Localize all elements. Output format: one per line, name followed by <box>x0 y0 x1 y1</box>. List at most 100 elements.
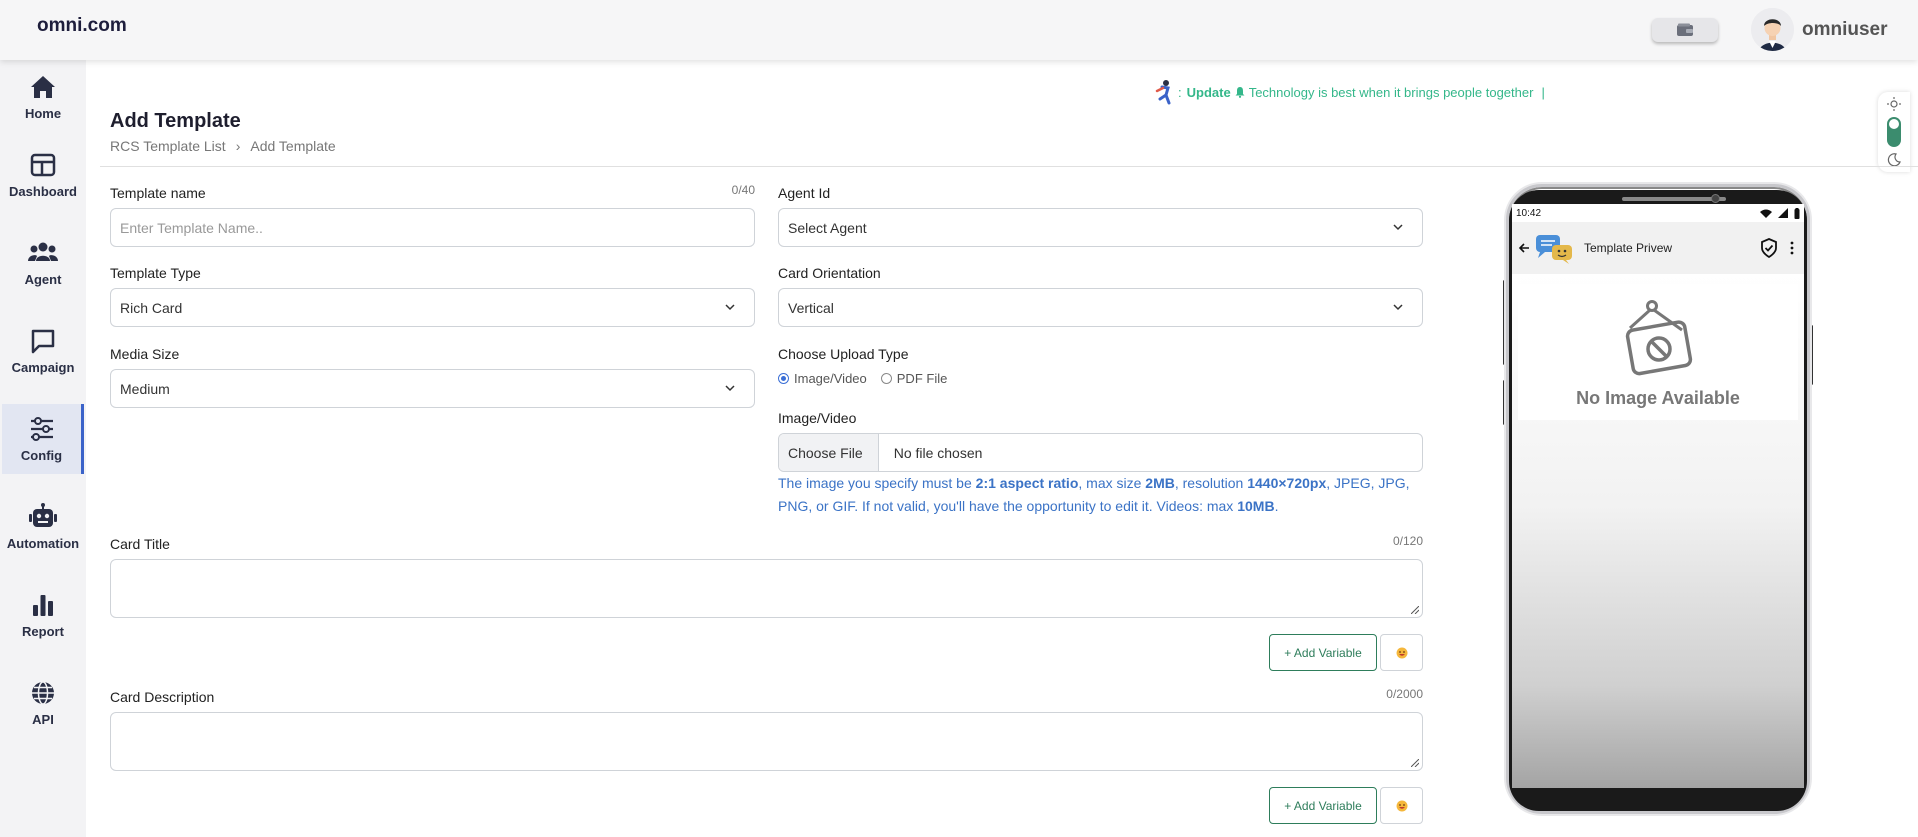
signal-icon <box>1778 208 1788 218</box>
breadcrumb-current: Add Template <box>250 138 336 154</box>
template-type-select[interactable]: Rich Card <box>110 288 755 327</box>
sidebar-item-label: Agent <box>24 272 62 287</box>
ticker-prefix: : <box>1178 84 1182 100</box>
globe-icon <box>32 681 54 705</box>
template-type-value: Rich Card <box>120 299 183 316</box>
breadcrumb: RCS Template List › Add Template <box>110 138 336 154</box>
app-logo[interactable]: omni.com <box>37 15 127 37</box>
card-title-add-variable-button[interactable]: + Add Variable <box>1269 634 1377 671</box>
person-running-icon <box>1155 80 1171 105</box>
agent-id-select[interactable]: Select Agent <box>778 208 1423 247</box>
back-arrow-icon[interactable] <box>1518 242 1530 254</box>
template-name-input[interactable]: Enter Template Name.. <box>110 208 755 247</box>
card-title-label: Card Title <box>110 536 170 552</box>
card-description-textarea[interactable] <box>110 712 1423 771</box>
user-avatar-icon <box>1751 8 1794 51</box>
bar-chart-icon <box>33 595 53 616</box>
sidebar-item-label: Config <box>20 448 63 463</box>
shield-check-icon[interactable] <box>1760 238 1778 258</box>
header-divider <box>100 166 1918 167</box>
chevron-down-icon <box>725 304 735 311</box>
phone-status-bar: 10:42 <box>1512 204 1804 222</box>
sidebar-item-label: Campaign <box>11 360 75 375</box>
sidebar-item-api[interactable]: API <box>0 668 86 738</box>
resize-handle-icon[interactable] <box>1411 759 1419 767</box>
radio-image-video[interactable] <box>778 373 789 384</box>
choose-file-button[interactable]: Choose File <box>779 434 879 471</box>
phone-app-bar: Template Privew <box>1512 222 1804 274</box>
users-icon <box>28 242 58 261</box>
sidebar-item-agent[interactable]: Agent <box>0 228 86 298</box>
wifi-icon <box>1760 209 1772 218</box>
battery-icon <box>1794 207 1800 219</box>
radio-image-video-label[interactable]: Image/Video <box>794 371 867 386</box>
radio-pdf-file-label[interactable]: PDF File <box>897 371 948 386</box>
card-orientation-label: Card Orientation <box>778 265 881 281</box>
sliders-icon <box>30 417 53 441</box>
upload-hint: The image you specify must be 2:1 aspect… <box>778 475 1410 514</box>
theme-switch[interactable] <box>1887 117 1901 147</box>
upload-type-label: Choose Upload Type <box>778 346 909 362</box>
breadcrumb-link-rcs-template-list[interactable]: RCS Template List <box>110 138 226 154</box>
card-orientation-value: Vertical <box>788 299 834 316</box>
no-image-card: No Image Available <box>1518 284 1798 420</box>
phone-camera <box>1711 194 1720 203</box>
radio-pdf-file[interactable] <box>880 373 892 384</box>
robot-icon <box>29 503 57 527</box>
ticker-update-label: Update <box>1186 84 1231 100</box>
upload-type-group: Image/Video PDF File <box>778 371 947 386</box>
emoji-icon <box>1396 800 1407 811</box>
wallet-icon <box>1677 23 1693 36</box>
sidebar-item-label: Automation <box>6 536 80 551</box>
media-size-select[interactable]: Medium <box>110 369 755 408</box>
emoji-icon <box>1396 647 1407 658</box>
wallet-button[interactable] <box>1652 18 1718 42</box>
user-avatar[interactable] <box>1751 8 1794 51</box>
sidebar-item-label: Dashboard <box>9 184 77 199</box>
chevron-down-icon <box>1393 304 1403 311</box>
file-name-text: No file chosen <box>893 444 983 461</box>
breadcrumb-separator: › <box>235 138 241 154</box>
card-description-emoji-button[interactable] <box>1380 787 1423 824</box>
bell-icon <box>1235 87 1245 98</box>
more-vertical-icon[interactable] <box>1786 241 1798 255</box>
template-type-label: Template Type <box>110 265 201 281</box>
card-description-add-variable-button[interactable]: + Add Variable <box>1269 787 1377 824</box>
page-title: Add Template <box>110 110 241 132</box>
phone-power-button <box>1810 325 1813 385</box>
card-title-textarea[interactable] <box>110 559 1423 618</box>
card-description-label: Card Description <box>110 689 215 705</box>
username[interactable]: omniuser <box>1802 19 1888 41</box>
no-image-icon <box>1625 300 1693 376</box>
sidebar-item-home[interactable]: Home <box>0 62 86 132</box>
sidebar-item-label: Home <box>24 106 62 121</box>
agent-id-label: Agent Id <box>778 185 831 201</box>
chevron-down-icon <box>725 385 735 392</box>
ticker-message: Technology is best when it brings people… <box>1248 84 1534 100</box>
chevron-down-icon <box>1393 224 1403 231</box>
sidebar-item-campaign[interactable]: Campaign <box>0 316 86 386</box>
no-image-text: No Image Available <box>1576 388 1740 408</box>
sidebar-item-label: Report <box>22 624 64 639</box>
card-orientation-select[interactable]: Vertical <box>778 288 1423 327</box>
resize-handle-icon[interactable] <box>1411 606 1419 614</box>
dashboard-icon <box>30 153 56 177</box>
sidebar-item-dashboard[interactable]: Dashboard <box>0 140 86 210</box>
home-icon <box>31 76 55 98</box>
phone-time: 10:42 <box>1516 207 1542 219</box>
sidebar-item-report[interactable]: Report <box>0 580 86 650</box>
theme-toggle[interactable] <box>1878 92 1910 172</box>
card-title-emoji-button[interactable] <box>1380 634 1423 671</box>
media-size-value: Medium <box>120 380 170 397</box>
sidebar-item-config[interactable]: Config <box>2 404 84 474</box>
card-description-counter: 0/2000 <box>1386 687 1423 701</box>
sidebar-item-automation[interactable]: Automation <box>0 492 86 562</box>
moon-icon <box>1887 153 1901 167</box>
sidebar-item-label: API <box>32 712 54 727</box>
chat-icon <box>31 329 55 354</box>
sidebar: Home Dashboard Agent Campaign Config Aut… <box>0 60 86 837</box>
template-name-label: Template name <box>110 185 206 201</box>
file-upload-field[interactable]: Choose File No file chosen <box>778 433 1423 472</box>
top-bar: omni.com omniuser <box>0 0 1918 60</box>
ticker-cursor: | <box>1541 84 1545 100</box>
